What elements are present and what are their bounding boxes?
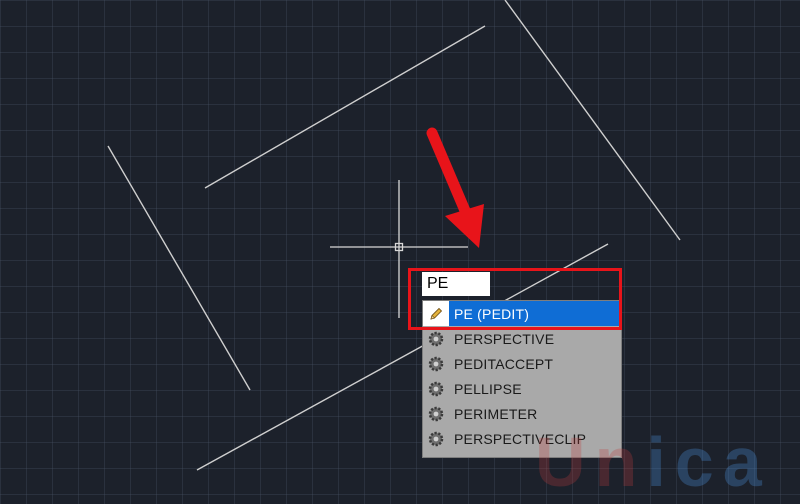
- suggestion-item-peditaccept[interactable]: PEDITACCEPT: [423, 351, 621, 376]
- watermark-logo: Unica: [535, 423, 771, 501]
- suggestion-label: PEDITACCEPT: [454, 355, 554, 372]
- drawn-line[interactable]: [504, 0, 681, 241]
- suggestion-item-pellipse[interactable]: PELLIPSE: [423, 376, 621, 401]
- red-arrow-icon: [426, 127, 484, 248]
- suggestion-label: PERIMETER: [454, 405, 538, 422]
- gear-icon: [423, 426, 449, 451]
- gear-icon: [423, 401, 449, 426]
- highlight-box: [408, 268, 622, 330]
- gear-icon: [423, 376, 449, 401]
- suggestion-label: PELLIPSE: [454, 380, 522, 397]
- gear-icon: [423, 351, 449, 376]
- drawn-line[interactable]: [107, 145, 251, 391]
- suggestion-label: PERSPECTIVE: [454, 330, 555, 347]
